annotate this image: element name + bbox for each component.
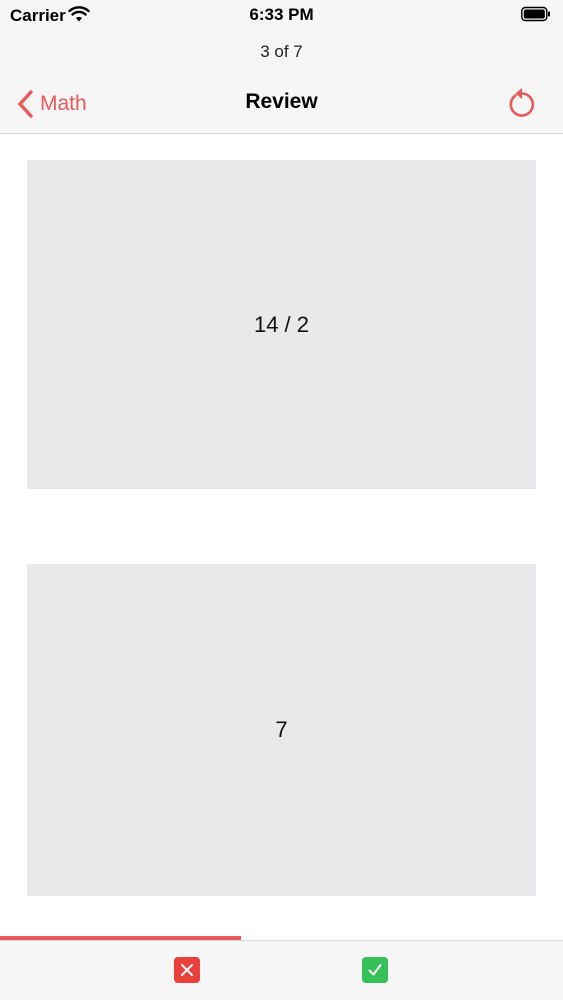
restart-icon <box>509 88 535 117</box>
status-bar: Carrier 6:33 PM <box>0 0 563 30</box>
page-title: Review <box>245 90 318 113</box>
mark-right-button[interactable] <box>362 957 388 983</box>
checkmark-icon <box>368 964 382 976</box>
card-answer-text: 7 <box>275 717 288 742</box>
x-mark-icon <box>181 964 193 976</box>
mark-wrong-button[interactable] <box>174 957 200 983</box>
battery-icon <box>521 6 550 22</box>
review-screen: Carrier 6:33 PM 3 of 7 Math Review 14 / … <box>0 0 563 1000</box>
card-question[interactable]: 14 / 2 <box>27 160 536 489</box>
card-answer[interactable]: 7 <box>27 564 536 896</box>
card-question-text: 14 / 2 <box>253 311 310 337</box>
card-progress-label: 3 of 7 <box>260 42 303 61</box>
navigation-bar: Carrier 6:33 PM 3 of 7 Math Review <box>0 0 563 134</box>
status-time: 6:33 PM <box>249 5 314 24</box>
bottom-toolbar <box>0 940 563 1000</box>
restart-button[interactable] <box>507 86 537 120</box>
